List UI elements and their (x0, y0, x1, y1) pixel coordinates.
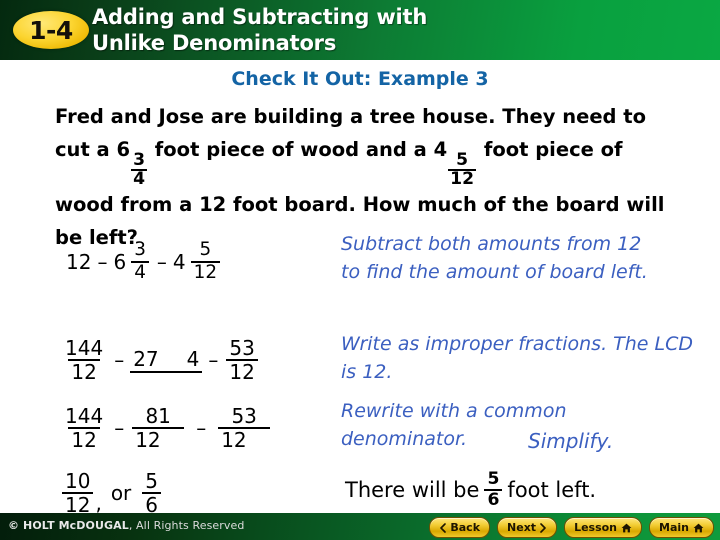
chevron-left-icon (439, 522, 447, 533)
step-3-fraction-3: 53 12 (218, 404, 271, 452)
solution-steps: 12 – 6 3 4 – 4 5 12 Subtract both amount… (0, 0, 720, 540)
fraction-numerator: 27 (133, 347, 159, 372)
fraction-denominator: 6 (484, 489, 503, 510)
step-2-fraction-2-split: 27 4 (130, 347, 203, 373)
step-2-expression: 144 12 – 27 4 – 53 12 (60, 337, 260, 384)
step-3-fraction-2: 81 12 (132, 404, 185, 452)
step-4-comma: , (95, 490, 102, 515)
fraction-numerator: 10 (65, 469, 91, 493)
home-icon (693, 523, 704, 533)
step-2-note: Write as improper fractions. The LCD is … (341, 333, 694, 383)
step-3-fraction-1: 144 12 (62, 405, 106, 452)
step-2-fraction-3: 53 12 (226, 336, 258, 384)
mixed-whole: 4 (172, 249, 186, 274)
fraction-numerator: 5 (145, 469, 159, 493)
chevron-right-icon (540, 522, 547, 533)
conclusion-text-after: foot left. (507, 478, 597, 503)
step-2-operator-2: – (208, 348, 219, 373)
step-4-fraction-1: 10 12 (62, 469, 94, 517)
mixed-fraction: 3 4 (131, 239, 149, 284)
fraction-numerator: 5 (199, 239, 212, 260)
step-4-expression: 10 12 , or 5 6 (60, 470, 163, 517)
lesson-button-label: Lesson (574, 521, 618, 534)
step-1-mixed-number-2: 4 5 12 (172, 239, 222, 284)
fraction-denominator: 4 (131, 260, 149, 284)
step-1-note: Subtract both amounts from 12 to find th… (341, 233, 648, 283)
lesson-button[interactable]: Lesson (564, 517, 643, 538)
step-3-note-extra: Simplify. (528, 429, 614, 453)
fraction-denominator: 12 (68, 359, 100, 384)
navigation-bar: Back Next Lesson Main (429, 517, 714, 538)
back-button-label: Back (450, 521, 481, 534)
copyright-notice: © HOLT McDOUGAL, All Rights Reserved (8, 519, 244, 532)
slide-footer: © HOLT McDOUGAL, All Rights Reserved Bac… (0, 513, 720, 540)
fraction-bar (130, 370, 203, 373)
step-4-or-label: or (110, 481, 132, 506)
fraction-numerator: 144 (65, 336, 104, 360)
step-1-expression: 12 – 6 3 4 – 4 5 12 (66, 239, 222, 284)
home-icon (621, 523, 632, 533)
fraction-denominator: 12 (68, 427, 100, 452)
copyright-brand: © HOLT McDOUGAL (8, 519, 129, 532)
next-button-label: Next (507, 521, 537, 534)
conclusion-sentence: There will be 5 6 foot left. (345, 469, 597, 511)
copyright-rights: , All Rights Reserved (128, 519, 245, 532)
fraction-denominator: 12 (132, 427, 185, 452)
conclusion-text-before: There will be (345, 478, 480, 503)
split-fraction-row: 27 4 (130, 347, 202, 372)
fraction-numerator: 53 (231, 404, 257, 428)
fraction-numerator: 144 (65, 404, 104, 428)
fraction-numerator: 81 (145, 404, 171, 428)
step-1-operator-2: – (156, 249, 167, 274)
step-1-whole: 12 (66, 249, 92, 274)
fraction-denominator: 12 (218, 427, 271, 452)
step-3-expression: 144 12 – 81 12 – 53 12 (60, 405, 272, 452)
conclusion-fraction: 5 6 (484, 469, 503, 511)
back-button[interactable]: Back (429, 517, 491, 538)
step-2-fraction-1: 144 12 (62, 337, 106, 384)
fraction-numerator: 5 (487, 469, 500, 489)
next-button[interactable]: Next (497, 517, 558, 538)
main-button[interactable]: Main (649, 517, 714, 538)
fraction-denominator: 12 (190, 260, 221, 284)
step-1-mixed-number-1: 6 3 4 (113, 239, 150, 284)
mixed-fraction: 5 12 (190, 239, 221, 284)
step-3-operator-2: – (196, 416, 207, 441)
fraction-denominator: 4 (186, 347, 200, 372)
main-button-label: Main (659, 521, 689, 534)
fraction-denominator: 12 (226, 359, 258, 384)
step-4-fraction-2: 5 6 (142, 469, 162, 517)
step-3-operator-1: – (114, 416, 125, 441)
fraction-numerator: 3 (134, 239, 146, 260)
step-2-operator-1: – (114, 348, 125, 373)
step-1-operator-1: – (97, 249, 108, 274)
mixed-whole: 6 (113, 249, 127, 274)
fraction-numerator: 53 (229, 336, 255, 360)
